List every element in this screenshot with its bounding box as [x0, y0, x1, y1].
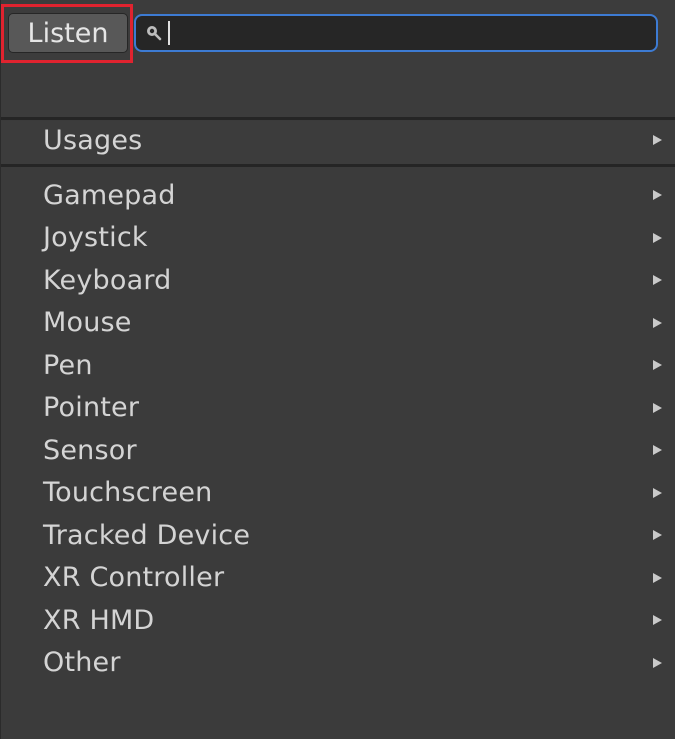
search-field[interactable]: [134, 14, 658, 52]
menu-item-usages[interactable]: Usages: [1, 119, 675, 161]
menu-item-sensor[interactable]: Sensor: [1, 429, 675, 471]
submenu-arrow-icon: [653, 232, 662, 243]
submenu-arrow-icon: [653, 487, 662, 498]
listen-button[interactable]: Listen: [8, 13, 128, 53]
submenu-arrow-icon: [653, 657, 662, 668]
menu-item-gamepad[interactable]: Gamepad: [1, 174, 675, 216]
menu-item-label: XR Controller: [43, 562, 225, 593]
submenu-arrow-icon: [653, 135, 662, 145]
submenu-arrow-icon: [653, 275, 662, 285]
menu-item-xr-hmd[interactable]: XR HMD: [1, 599, 675, 641]
text-caret: [168, 21, 170, 45]
menu-item-label: Gamepad: [43, 179, 176, 211]
menu-item-label: Mouse: [43, 307, 132, 338]
menu-item-joystick[interactable]: Joystick: [1, 217, 675, 259]
menu-item-label: Joystick: [43, 222, 148, 253]
menu-item-touchscreen[interactable]: Touchscreen: [1, 472, 675, 514]
submenu-arrow-icon: [653, 402, 662, 413]
menu-item-keyboard[interactable]: Keyboard: [1, 259, 675, 301]
submenu-arrow-icon: [653, 445, 662, 455]
menu-item-label: Usages: [43, 124, 143, 156]
submenu-arrow-icon: [653, 360, 662, 370]
search-icon: [144, 23, 164, 43]
input-control-picker: Listen Usages Gamepad Joystick Keyboard Mou…: [0, 0, 675, 739]
menu-item-label: Touchscreen: [43, 477, 213, 508]
menu-item-pen[interactable]: Pen: [1, 344, 675, 386]
menu-item-tracked-device[interactable]: Tracked Device: [1, 514, 675, 556]
menu-item-other[interactable]: Other: [1, 642, 675, 684]
menu-item-xr-controller[interactable]: XR Controller: [1, 557, 675, 599]
menu-item-label: Pointer: [43, 392, 140, 423]
menu-item-label: XR HMD: [43, 604, 155, 636]
menu-item-mouse[interactable]: Mouse: [1, 302, 675, 344]
submenu-arrow-icon: [653, 615, 662, 625]
menu-item-label: Other: [43, 647, 121, 678]
submenu-arrow-icon: [653, 317, 662, 328]
submenu-arrow-icon: [653, 530, 662, 540]
menu-item-pointer[interactable]: Pointer: [1, 387, 675, 429]
submenu-arrow-icon: [653, 572, 662, 583]
menu-item-label: Tracked Device: [43, 519, 251, 551]
menu-item-label: Sensor: [43, 434, 137, 466]
menu-item-label: Keyboard: [43, 264, 172, 296]
submenu-arrow-icon: [653, 190, 662, 200]
divider: [1, 164, 675, 167]
menu-item-label: Pen: [43, 349, 93, 381]
search-input[interactable]: [174, 18, 656, 48]
